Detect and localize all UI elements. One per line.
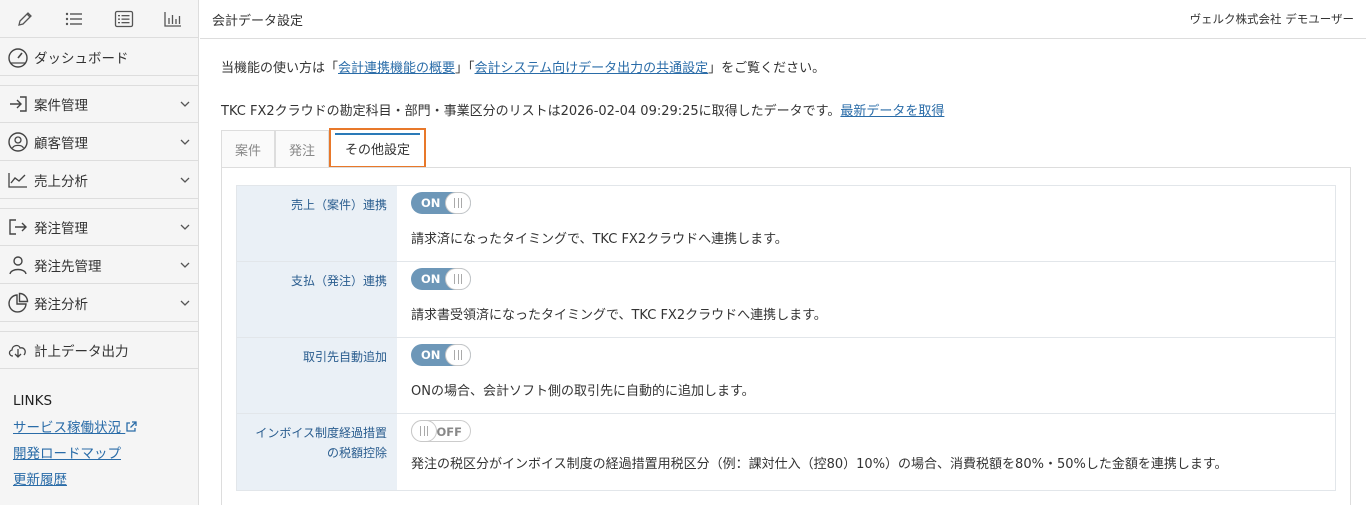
invoice-transition-toggle[interactable]: OFF (411, 420, 471, 442)
toggle-knob (445, 268, 471, 290)
page-header: 会計データ設定 ヴェルク株式会社 デモユーザー (200, 0, 1366, 39)
settings-table: 売上（案件）連携 ON 請求済になったタイミングで、TKC FX2クラウドへ連携… (236, 185, 1336, 491)
chevron-down-icon (172, 300, 198, 306)
sidebar-toolbar (0, 0, 198, 38)
sidebar-item-suppliers[interactable]: 発注先管理 (0, 246, 198, 284)
main-content: 当機能の使い方は「会計連携機能の概要」「会計システム向けデータ出力の共通設定」を… (200, 40, 1366, 505)
chevron-down-icon (172, 262, 198, 268)
toggle-knob (445, 192, 471, 214)
setting-label: 取引先自動追加 (237, 338, 397, 413)
sidebar-item-label: 顧客管理 (34, 135, 88, 152)
setting-label: インボイス制度経過措置の税額控除 (237, 414, 397, 490)
auto-add-partner-toggle[interactable]: ON (411, 344, 471, 366)
fetch-info-text: TKC FX2クラウドの勘定科目・部門・事業区分のリストは2026-02-04 … (221, 104, 945, 119)
page-title: 会計データ設定 (212, 13, 304, 29)
pencil-icon[interactable] (0, 0, 50, 38)
bar-chart-icon[interactable] (149, 0, 199, 38)
pie-chart-icon (6, 291, 30, 315)
toggle-knob (445, 344, 471, 366)
line-chart-icon (6, 168, 30, 192)
external-link-icon (126, 421, 137, 432)
tab-projects[interactable]: 案件 (221, 130, 276, 168)
sidebar-item-label: 計上データ出力 (34, 344, 129, 360)
setting-label: 支払（発注）連携 (237, 262, 397, 337)
setting-description: 請求書受領済になったタイミングで、TKC FX2クラウドへ連携します。 (411, 308, 827, 323)
sidebar-item-label: 発注管理 (34, 221, 88, 237)
cloud-download-icon (6, 338, 30, 362)
tab-panel: 売上（案件）連携 ON 請求済になったタイミングで、TKC FX2クラウドへ連携… (221, 167, 1351, 505)
sidebar-item-projects[interactable]: 案件管理 (0, 85, 198, 123)
sidebar-item-customers[interactable]: 顧客管理 (0, 123, 198, 161)
setting-description: ONの場合、会計ソフト側の取引先に自動的に追加します。 (411, 384, 755, 399)
sidebar-item-label: 発注先管理 (34, 258, 102, 275)
person-icon (6, 253, 30, 277)
setting-row-auto-add-partner: 取引先自動追加 ON ONの場合、会計ソフト側の取引先に自動的に追加します。 (237, 338, 1335, 414)
user-name[interactable]: ヴェルク株式会社 デモユーザー (1190, 11, 1354, 27)
payment-sync-toggle[interactable]: ON (411, 268, 471, 290)
sidebar-item-orders[interactable]: 発注管理 (0, 208, 198, 246)
links-section: LINKS サービス稼働状況 開発ロードマップ 更新履歴 (0, 369, 198, 493)
tab-orders[interactable]: 発注 (275, 130, 330, 168)
chevron-down-icon (172, 177, 198, 183)
setting-row-invoice-transition: インボイス制度経過措置の税額控除 OFF 発注の税区分がインボイス制度の経過措置… (237, 414, 1335, 490)
link-accounting-overview[interactable]: 会計連携機能の概要 (338, 61, 455, 76)
sidebar-item-sales-analysis[interactable]: 売上分析 (0, 161, 198, 199)
sidebar-item-order-analysis[interactable]: 発注分析 (0, 284, 198, 322)
login-icon (6, 92, 30, 116)
setting-row-payment-sync: 支払（発注）連携 ON 請求書受領済になったタイミングで、TKC FX2クラウド… (237, 262, 1335, 338)
sidebar-item-label: 売上分析 (34, 173, 88, 190)
tab-other-settings[interactable]: その他設定 (329, 128, 427, 168)
sidebar: ダッシュボード 案件管理 顧客管理 売上分析 発注管理 発注先管理 発注分析 計… (0, 0, 199, 505)
sidebar-item-accounting-export[interactable]: 計上データ出力 (0, 331, 198, 369)
setting-description: 請求済になったタイミングで、TKC FX2クラウドへ連携します。 (411, 232, 788, 247)
link-roadmap[interactable]: 開発ロードマップ (13, 441, 198, 467)
dashboard-icon (6, 45, 30, 69)
help-text: 当機能の使い方は「会計連携機能の概要」「会計システム向けデータ出力の共通設定」を… (221, 61, 826, 76)
list-icon[interactable] (50, 0, 100, 38)
sidebar-item-label: 案件管理 (34, 98, 88, 114)
setting-row-sales-sync: 売上（案件）連携 ON 請求済になったタイミングで、TKC FX2クラウドへ連携… (237, 186, 1335, 262)
toggle-knob (411, 420, 437, 442)
sidebar-item-dashboard[interactable]: ダッシュボード (0, 38, 198, 76)
sidebar-item-label: 発注分析 (34, 296, 88, 313)
sales-sync-toggle[interactable]: ON (411, 192, 471, 214)
link-service-status[interactable]: サービス稼働状況 (13, 415, 198, 441)
logout-icon (6, 215, 30, 239)
link-common-export-settings[interactable]: 会計システム向けデータ出力の共通設定 (475, 61, 709, 76)
chevron-down-icon (172, 224, 198, 230)
sidebar-item-label: ダッシュボード (34, 50, 129, 67)
chevron-down-icon (172, 139, 198, 145)
setting-description: 発注の税区分がインボイス制度の経過措置用税区分（例：課対仕入（控80）10%）の… (411, 457, 1228, 472)
fetch-latest-data-link[interactable]: 最新データを取得 (840, 104, 944, 119)
setting-label: 売上（案件）連携 (237, 186, 397, 261)
user-circle-icon (6, 130, 30, 154)
settings-tabs: 案件 発注 その他設定 (221, 128, 427, 168)
detail-list-icon[interactable] (99, 0, 149, 38)
links-title: LINKS (13, 393, 53, 409)
link-changelog[interactable]: 更新履歴 (13, 467, 198, 493)
chevron-down-icon (172, 101, 198, 107)
